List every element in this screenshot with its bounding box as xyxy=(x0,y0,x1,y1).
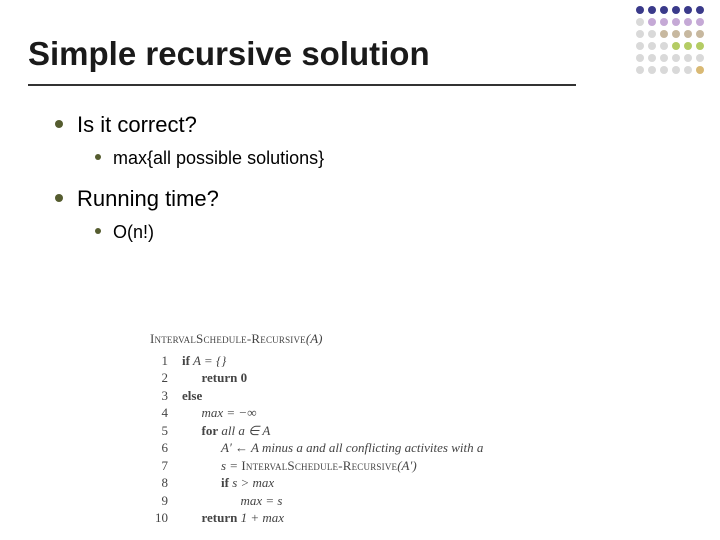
algo-line: 4 max = −∞ xyxy=(150,404,483,422)
bullet-icon xyxy=(55,194,63,202)
algo-line: 10 return 1 + max xyxy=(150,509,483,527)
slide: Simple recursive solution Is it correct?… xyxy=(0,0,720,540)
algo-line: 5 for all a ∈ A xyxy=(150,422,483,440)
bullet-runtime-sub: O(n!) xyxy=(95,220,655,244)
line-body: else xyxy=(182,387,483,405)
algo-line: 8 if s > max xyxy=(150,474,483,492)
algo-line: 6 A′ ← A minus a and all conflicting act… xyxy=(150,439,483,457)
bullet-correct-sub: max{all possible solutions} xyxy=(95,146,655,170)
algo-name-sc: IntervalSchedule-Recursive xyxy=(150,331,306,346)
bullet-label: max{all possible solutions} xyxy=(113,146,324,170)
algo-line: 3 else xyxy=(150,387,483,405)
bullet-label: Running time? xyxy=(77,184,219,214)
algo-line: 7 s = IntervalSchedule-Recursive(A′) xyxy=(150,457,483,475)
bullet-label: Is it correct? xyxy=(77,110,197,140)
line-number: 1 xyxy=(150,352,182,370)
bullet-icon xyxy=(55,120,63,128)
line-body: max = −∞ xyxy=(182,404,483,422)
bullet-correct: Is it correct? xyxy=(55,110,655,140)
line-number: 9 xyxy=(150,492,182,510)
algo-line: 2 return 0 xyxy=(150,369,483,387)
bullet-label: O(n!) xyxy=(113,220,154,244)
algorithm-block: IntervalSchedule-Recursive(A) 1 if A = {… xyxy=(150,330,483,527)
line-body: return 0 xyxy=(182,369,483,387)
line-body: return 1 + max xyxy=(182,509,483,527)
slide-title: Simple recursive solution xyxy=(28,35,430,73)
line-number: 10 xyxy=(150,509,182,527)
line-number: 6 xyxy=(150,439,182,457)
line-body: if A = {} xyxy=(182,352,483,370)
line-number: 3 xyxy=(150,387,182,405)
algo-line: 1 if A = {} xyxy=(150,352,483,370)
line-body: s = IntervalSchedule-Recursive(A′) xyxy=(182,457,483,475)
line-number: 7 xyxy=(150,457,182,475)
line-number: 4 xyxy=(150,404,182,422)
content: Is it correct? max{all possible solution… xyxy=(55,110,655,258)
bullet-icon xyxy=(95,228,101,234)
algo-line: 9 max = s xyxy=(150,492,483,510)
title-underline xyxy=(28,84,576,86)
decorative-dot-grid xyxy=(636,6,706,76)
line-number: 5 xyxy=(150,422,182,440)
line-body: A′ ← A minus a and all conflicting activ… xyxy=(182,439,483,457)
line-number: 2 xyxy=(150,369,182,387)
line-body: for all a ∈ A xyxy=(182,422,483,440)
line-body: if s > max xyxy=(182,474,483,492)
line-body: max = s xyxy=(182,492,483,510)
algorithm-name: IntervalSchedule-Recursive(A) xyxy=(150,330,483,348)
algo-name-arg: (A) xyxy=(306,331,323,346)
algorithm-lines: 1 if A = {} 2 return 0 3 else 4 max = −∞… xyxy=(150,352,483,527)
line-number: 8 xyxy=(150,474,182,492)
bullet-icon xyxy=(95,154,101,160)
bullet-runtime: Running time? xyxy=(55,184,655,214)
